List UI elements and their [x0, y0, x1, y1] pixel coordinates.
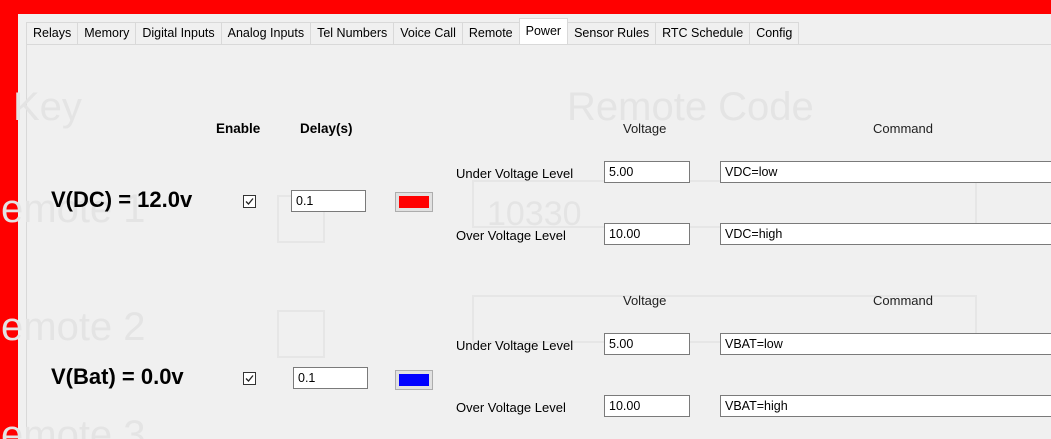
tab-strip: Relays Memory Digital Inputs Analog Inpu… — [26, 18, 800, 44]
tab-config[interactable]: Config — [749, 22, 800, 44]
dc-over-command-input[interactable]: VDC=high — [720, 223, 1051, 245]
dc-voltage-header: Voltage — [623, 121, 667, 136]
ghost-remote-2-text: emote 2 — [1, 305, 146, 349]
dc-color-swatch — [399, 196, 429, 208]
bat-color-swatch — [399, 374, 429, 386]
bat-under-voltage-label: Under Voltage Level — [456, 338, 574, 353]
checkmark-icon — [245, 375, 254, 382]
tab-memory[interactable]: Memory — [77, 22, 137, 44]
ghost-key-text: Key — [13, 85, 82, 129]
dc-command-header: Command — [873, 121, 933, 136]
dc-voltage-reading: V(DC) = 12.0v — [51, 187, 193, 212]
dc-color-button[interactable] — [395, 192, 433, 212]
tab-power[interactable]: Power — [518, 18, 569, 44]
ghost-check-box-2 — [277, 310, 325, 358]
dc-under-command-input[interactable]: VDC=low — [720, 161, 1051, 183]
delay-header: Delay(s) — [300, 121, 353, 136]
bat-over-voltage-input[interactable]: 10.00 — [604, 395, 690, 417]
bat-over-voltage-label: Over Voltage Level — [456, 400, 566, 415]
bat-under-voltage-input[interactable]: 5.00 — [604, 333, 690, 355]
bat-color-button[interactable] — [395, 370, 433, 390]
dc-under-voltage-label: Under Voltage Level — [456, 166, 574, 181]
tab-digital-inputs[interactable]: Digital Inputs — [135, 22, 222, 44]
bat-voltage-header: Voltage — [623, 293, 667, 308]
tab-remote[interactable]: Remote — [461, 22, 520, 44]
ghost-code-box — [472, 180, 977, 228]
tab-tel-numbers[interactable]: Tel Numbers — [310, 22, 395, 44]
bat-command-header: Command — [873, 293, 933, 308]
ghost-remote-3-text: emote 3 — [1, 413, 146, 439]
dc-over-voltage-input[interactable]: 10.00 — [604, 223, 690, 245]
tab-rtc-schedule[interactable]: RTC Schedule — [655, 22, 751, 44]
dc-under-voltage-input[interactable]: 5.00 — [604, 161, 690, 183]
bat-under-command-input[interactable]: VBAT=low — [720, 333, 1051, 355]
app-window: Relays Memory Digital Inputs Analog Inpu… — [1, 14, 1051, 439]
bat-delay-input[interactable]: 0.1 — [293, 367, 368, 389]
dc-over-voltage-label: Over Voltage Level — [456, 228, 566, 243]
bat-voltage-reading: V(Bat) = 0.0v — [51, 364, 184, 389]
tab-sensor-rules[interactable]: Sensor Rules — [567, 22, 657, 44]
tab-analog-inputs[interactable]: Analog Inputs — [220, 22, 312, 44]
dc-delay-input[interactable]: 0.1 — [291, 190, 366, 212]
tab-voice-call[interactable]: Voice Call — [393, 22, 463, 44]
bat-over-command-input[interactable]: VBAT=high — [720, 395, 1051, 417]
enable-header: Enable — [216, 121, 261, 136]
checkmark-icon — [245, 198, 254, 205]
power-tab-page: Key Remote Code emote 1 emote 2 emote 3 … — [1, 44, 1051, 439]
bat-enable-checkbox[interactable] — [243, 372, 256, 385]
dc-enable-checkbox[interactable] — [243, 195, 256, 208]
ghost-remote-code-text: Remote Code — [567, 85, 814, 129]
tab-relays[interactable]: Relays — [26, 22, 79, 44]
